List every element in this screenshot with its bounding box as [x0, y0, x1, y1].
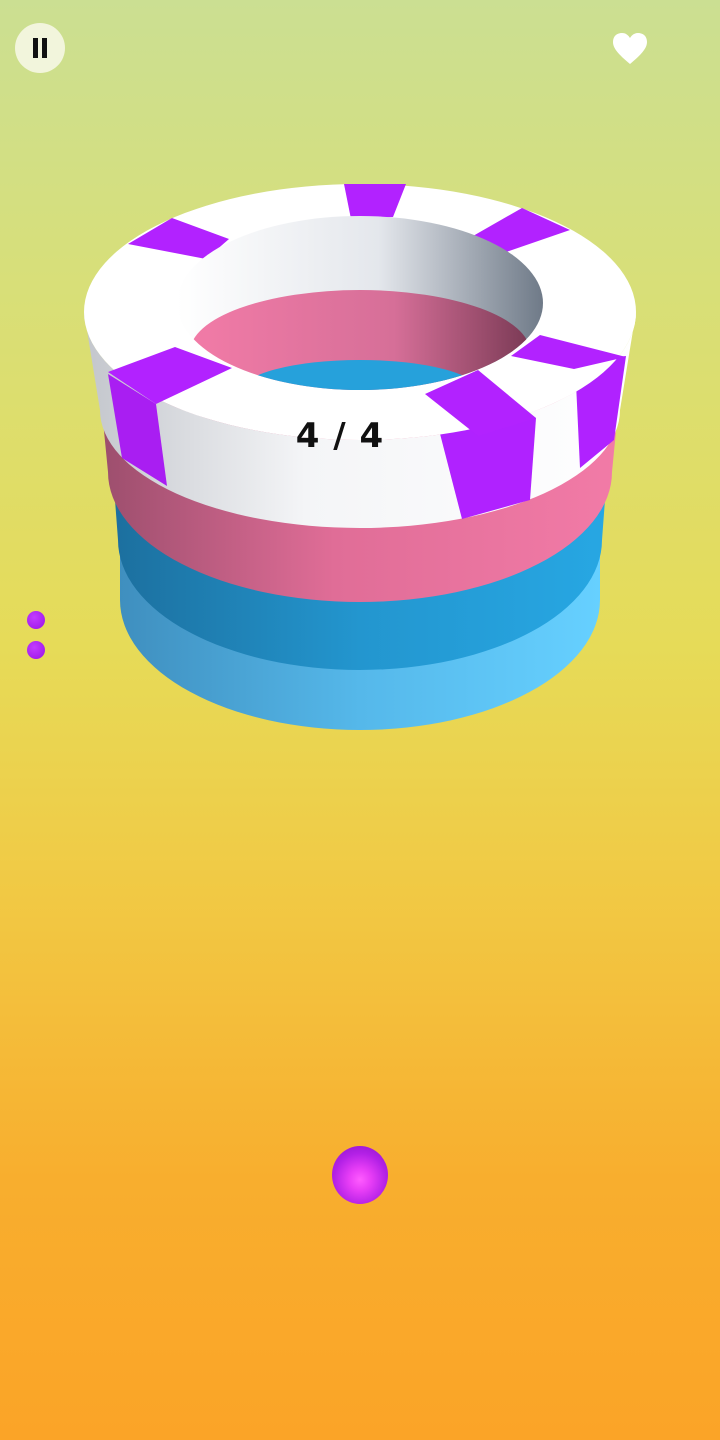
level-counter: 4 / 4	[295, 416, 385, 456]
remaining-ball-indicator	[27, 611, 45, 629]
tower	[84, 184, 636, 730]
player-ball[interactable]	[332, 1146, 388, 1204]
remaining-ball-indicator	[27, 641, 45, 659]
